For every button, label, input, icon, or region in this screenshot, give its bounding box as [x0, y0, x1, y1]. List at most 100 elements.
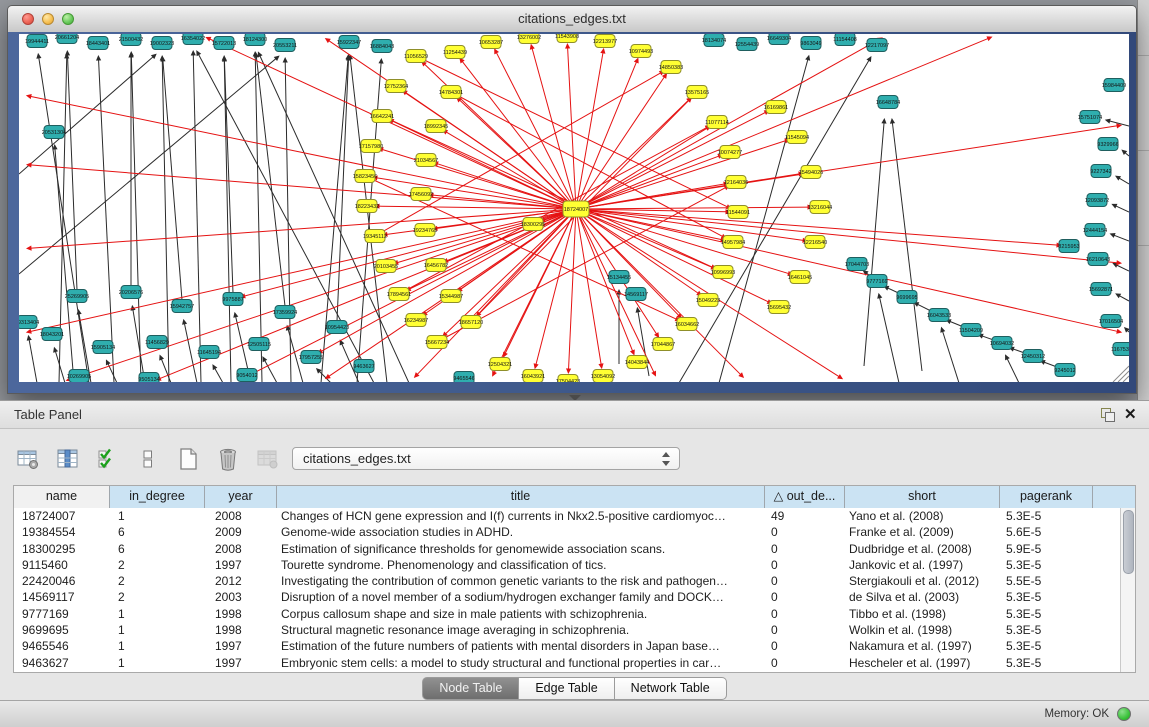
tab-network-table[interactable]: Network Table — [615, 677, 727, 700]
graph-node-label: 21500432 — [119, 37, 143, 43]
graph-node-label: 10074277 — [718, 150, 742, 156]
table-gear-icon — [16, 448, 40, 470]
graph-node-label: 16169861 — [764, 105, 788, 111]
table-cell: 0 — [765, 573, 845, 589]
table-row[interactable]: 1830029562008Estimation of significance … — [14, 541, 1121, 557]
graph-node-label: 15823456 — [353, 174, 377, 180]
graph-edge — [864, 122, 884, 366]
graph-edge — [879, 297, 899, 382]
graph-node-label: 15922347 — [337, 40, 361, 46]
table-row[interactable]: 969969511998Structural magnetic resonanc… — [14, 622, 1121, 638]
table-cell: 0 — [765, 638, 845, 654]
select-all-button[interactable] — [94, 446, 122, 472]
table-cell: 9463627 — [14, 655, 110, 671]
edge-arrowhead — [1116, 329, 1122, 334]
table-row[interactable]: 1872400712008Changes of HCN gene express… — [14, 508, 1121, 524]
scrollbar-thumb[interactable] — [1123, 510, 1134, 574]
table-cell: 9777169 — [14, 606, 110, 622]
table-tabs: Node TableEdge TableNetwork Table — [0, 677, 1149, 701]
graph-edge — [576, 209, 1118, 263]
table-cell: 0 — [765, 557, 845, 573]
graph-node-label: 9463627 — [353, 364, 374, 370]
tab-node-table[interactable]: Node Table — [422, 677, 519, 700]
graph-node-label: 11077114 — [705, 120, 729, 126]
column-header-year[interactable]: year — [205, 486, 277, 508]
table-select[interactable]: citations_edges.txt — [292, 447, 680, 470]
edge-arrowhead — [96, 55, 101, 61]
edge-arrowhead — [191, 50, 196, 56]
deselect-all-button[interactable] — [134, 446, 162, 472]
graph-node-label: 21034567 — [414, 158, 438, 164]
column-header-title[interactable]: title — [277, 486, 765, 508]
table-row[interactable]: 946554611997Estimation of the future num… — [14, 638, 1121, 654]
table-row[interactable]: 911546021997Tourette syndrome. Phenomeno… — [14, 557, 1121, 573]
table-cell: 18300295 — [14, 541, 110, 557]
graph-node-label: 18134074 — [702, 38, 726, 44]
graph-node-label: 15134455 — [607, 275, 631, 281]
edge-arrowhead — [530, 44, 535, 50]
table-row[interactable]: 977716911998Corpus callosum shape and si… — [14, 606, 1121, 622]
graph-node-label: 12554439 — [735, 42, 759, 48]
graph-node-label: 15049223 — [696, 298, 720, 304]
graph-node-label: 18043201 — [40, 332, 64, 338]
network-canvas: 1872400711056529127523641664224117157980… — [19, 34, 1129, 382]
close-panel-icon[interactable]: ✕ — [1124, 405, 1137, 423]
column-header-name[interactable]: name — [14, 486, 110, 508]
table-body: 1872400712008Changes of HCN gene express… — [14, 508, 1121, 672]
graph-edge — [417, 209, 576, 375]
graph-node-label: 18724007 — [564, 207, 588, 213]
graph-node-label: 10974493 — [629, 49, 653, 55]
table-cell: 5.5E-5 — [1000, 573, 1093, 589]
table-mode-button[interactable] — [14, 446, 42, 472]
graph-node-label: 17456092 — [409, 192, 433, 198]
create-column-button[interactable] — [174, 446, 202, 472]
graph-node-label: 16642241 — [370, 114, 394, 120]
network-canvas-area[interactable]: 1872400711056529127523641664224117157980… — [19, 34, 1129, 382]
table-cell: Tourette syndrome. Phenomenology and cla… — [277, 557, 765, 573]
column-header-short[interactable]: short — [845, 486, 1000, 508]
table-row[interactable]: 946362711997Embryonic stem cells: a mode… — [14, 655, 1121, 671]
table-cell: 6 — [110, 524, 205, 540]
edge-arrowhead — [283, 57, 288, 63]
edge-arrowhead — [890, 118, 895, 124]
table-cell: 1 — [110, 622, 205, 638]
window-titlebar[interactable]: citations_edges.txt — [8, 6, 1136, 33]
table-cell: Stergiakouli et al. (2012) — [845, 573, 1000, 589]
delete-table-button[interactable] — [254, 446, 282, 472]
graph-node-label: 16354022 — [181, 36, 205, 42]
table-cell: Genome-wide association studies in ADHD. — [277, 524, 765, 540]
column-header-in_degree[interactable]: in_degree — [110, 486, 205, 508]
trash-icon — [217, 447, 239, 471]
show-columns-button[interactable] — [54, 446, 82, 472]
vertical-scrollbar[interactable] — [1120, 508, 1135, 672]
graph-node-label: 15722013 — [212, 41, 236, 47]
table-row[interactable]: 2242004622012Investigating the contribut… — [14, 573, 1121, 589]
table-cell: 22420046 — [14, 573, 110, 589]
float-panel-icon[interactable] — [1101, 408, 1114, 421]
table-row[interactable]: 1938455462009Genome-wide association stu… — [14, 524, 1121, 540]
table-row[interactable]: 1456911722003Disruption of a novel membe… — [14, 589, 1121, 605]
table-cell: Corpus callosum shape and size in male p… — [277, 606, 765, 622]
resize-grip[interactable] — [1113, 366, 1129, 382]
table-cell: 0 — [765, 524, 845, 540]
table-cell: 9699695 — [14, 622, 110, 638]
table-cell: Estimation of the future numbers of pati… — [277, 638, 765, 654]
table-panel: Table Panel ✕ — [0, 400, 1149, 700]
column-header-out_de[interactable]: △ out_de... — [765, 486, 845, 508]
delete-column-button[interactable] — [214, 446, 242, 472]
graph-node-label: 11675301 — [1111, 347, 1129, 353]
column-header-pagerank[interactable]: pagerank — [1000, 486, 1093, 508]
graph-node-label: 18657120 — [459, 320, 483, 326]
table-panel-title: Table Panel — [14, 407, 82, 422]
tab-edge-table[interactable]: Edge Table — [519, 677, 614, 700]
graph-node-label: 13575165 — [685, 90, 709, 96]
graph-node-label: 15695432 — [767, 305, 791, 311]
table-cell: 2 — [110, 557, 205, 573]
graph-edge — [264, 360, 277, 382]
graph-node-label: 13216044 — [808, 205, 832, 211]
graph-node-label: 18992345 — [424, 124, 448, 130]
table-cell: Embryonic stem cells: a model to study s… — [277, 655, 765, 671]
memory-status-icon[interactable] — [1117, 707, 1131, 721]
table-cell: 1 — [110, 606, 205, 622]
edge-arrowhead — [325, 374, 331, 379]
